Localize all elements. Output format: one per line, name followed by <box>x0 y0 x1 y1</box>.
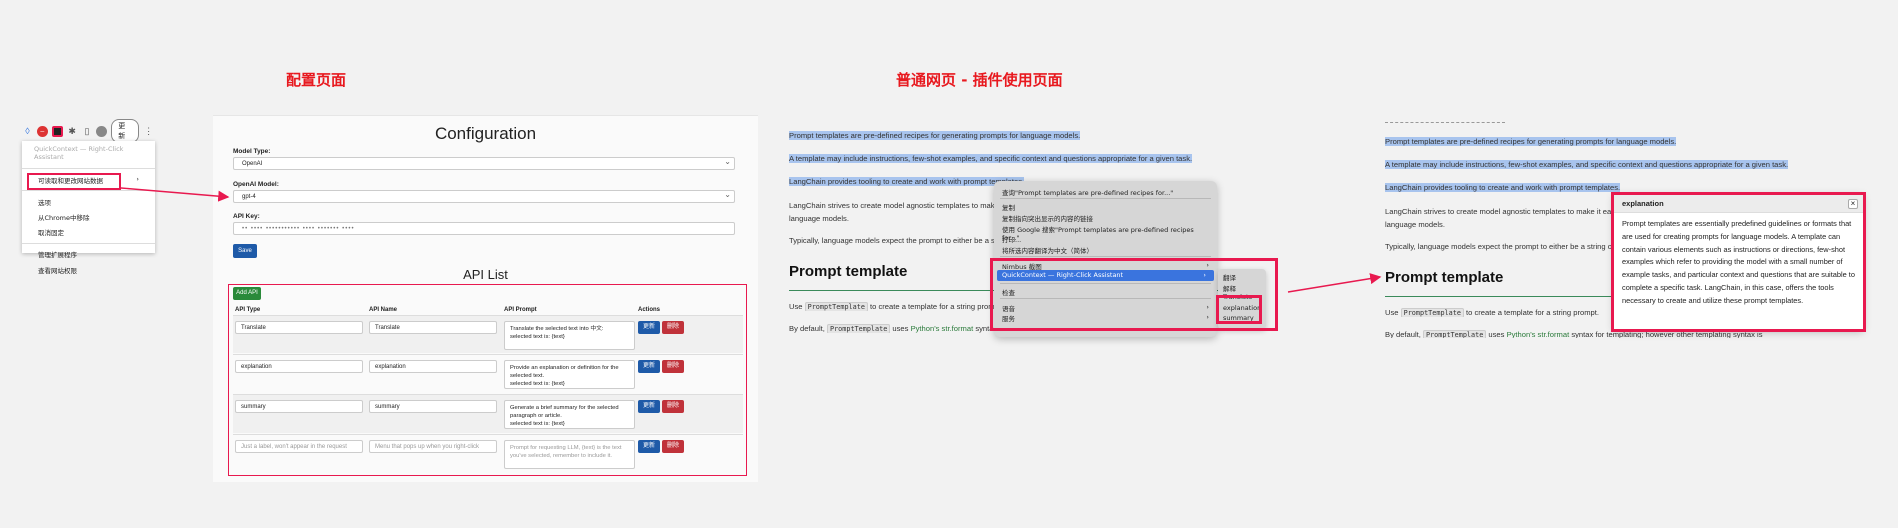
arrow-to-config <box>120 187 230 202</box>
annotation-arrows <box>120 187 1382 293</box>
arrow-to-popup <box>1287 273 1382 293</box>
